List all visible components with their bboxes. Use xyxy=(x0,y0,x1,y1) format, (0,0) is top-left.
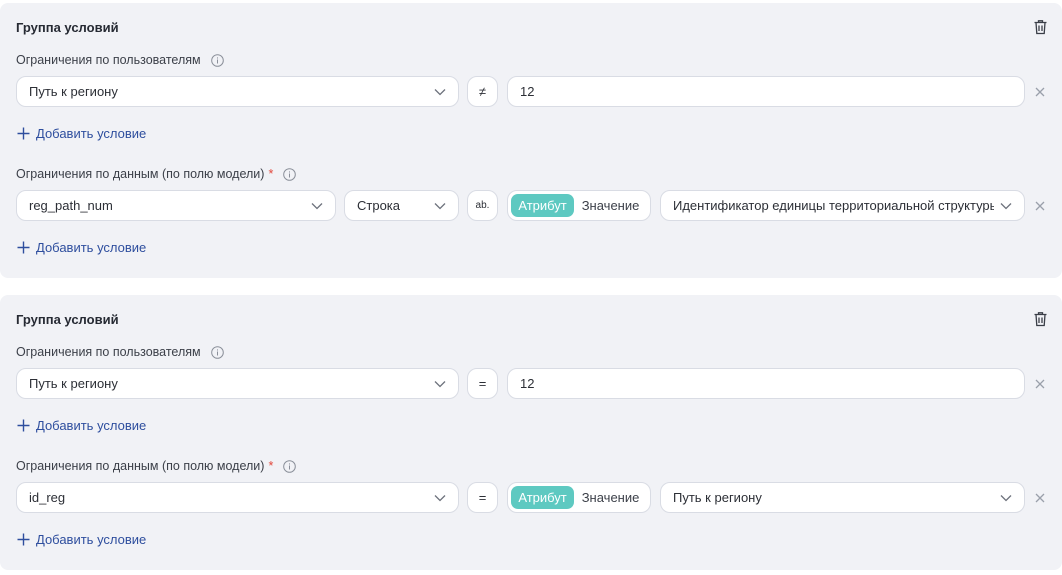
required-mark: * xyxy=(268,459,274,473)
add-user-condition-button[interactable]: Добавить условие xyxy=(17,126,146,141)
model-field-select[interactable]: reg_path_num xyxy=(16,190,336,221)
chevron-down-icon xyxy=(311,202,323,209)
user-value-input[interactable]: 12 xyxy=(507,368,1025,399)
add-data-condition-button[interactable]: Добавить условие xyxy=(17,240,146,255)
close-icon[interactable] xyxy=(1034,378,1046,390)
info-icon xyxy=(210,345,224,359)
user-field-select[interactable]: Путь к региону xyxy=(16,368,459,399)
required-mark: * xyxy=(268,167,274,181)
info-icon xyxy=(283,167,297,181)
type-select[interactable]: Строка xyxy=(344,190,459,221)
source-toggle: Атрибут Значение xyxy=(507,482,651,513)
close-icon[interactable] xyxy=(1034,200,1046,212)
toggle-value[interactable]: Значение xyxy=(574,486,647,509)
attribute-select[interactable]: Идентификатор единицы территориальной ст… xyxy=(660,190,1025,221)
chevron-down-icon xyxy=(434,202,446,209)
chevron-down-icon xyxy=(434,494,446,501)
trash-icon[interactable] xyxy=(1033,311,1048,327)
data-restrictions-label: Ограничения по данным (по полю модели) * xyxy=(16,459,297,473)
chevron-down-icon xyxy=(1000,202,1012,209)
chevron-down-icon xyxy=(434,380,446,387)
operator-button[interactable]: = xyxy=(467,368,498,399)
operator-button[interactable]: ≠ xyxy=(467,76,498,107)
plus-icon xyxy=(17,241,30,254)
trash-icon[interactable] xyxy=(1033,19,1048,35)
operator-button[interactable]: ab. xyxy=(467,190,498,221)
add-user-condition-button[interactable]: Добавить условие xyxy=(17,418,146,433)
plus-icon xyxy=(17,127,30,140)
info-icon xyxy=(283,459,297,473)
info-icon xyxy=(210,53,224,67)
user-field-select[interactable]: Путь к региону xyxy=(16,76,459,107)
attribute-select[interactable]: Путь к региону xyxy=(660,482,1025,513)
model-field-select[interactable]: id_reg xyxy=(16,482,459,513)
chevron-down-icon xyxy=(434,88,446,95)
close-icon[interactable] xyxy=(1034,86,1046,98)
toggle-attribute[interactable]: Атрибут xyxy=(511,194,575,217)
source-toggle: Атрибут Значение xyxy=(507,190,651,221)
user-restrictions-label: Ограничения по пользователям xyxy=(16,53,224,67)
group-title: Группа условий xyxy=(16,20,119,35)
data-restrictions-label: Ограничения по данным (по полю модели) * xyxy=(16,167,297,181)
condition-group-1: Группа условий Ограничения по пользовате… xyxy=(0,3,1062,278)
chevron-down-icon xyxy=(1000,494,1012,501)
plus-icon xyxy=(17,419,30,432)
close-icon[interactable] xyxy=(1034,492,1046,504)
operator-button[interactable]: = xyxy=(467,482,498,513)
toggle-attribute[interactable]: Атрибут xyxy=(511,486,575,509)
plus-icon xyxy=(17,533,30,546)
user-value-input[interactable]: 12 xyxy=(507,76,1025,107)
condition-group-2: Группа условий Ограничения по пользовате… xyxy=(0,295,1062,570)
user-restrictions-label: Ограничения по пользователям xyxy=(16,345,224,359)
toggle-value[interactable]: Значение xyxy=(574,194,647,217)
group-title: Группа условий xyxy=(16,312,119,327)
add-data-condition-button[interactable]: Добавить условие xyxy=(17,532,146,547)
